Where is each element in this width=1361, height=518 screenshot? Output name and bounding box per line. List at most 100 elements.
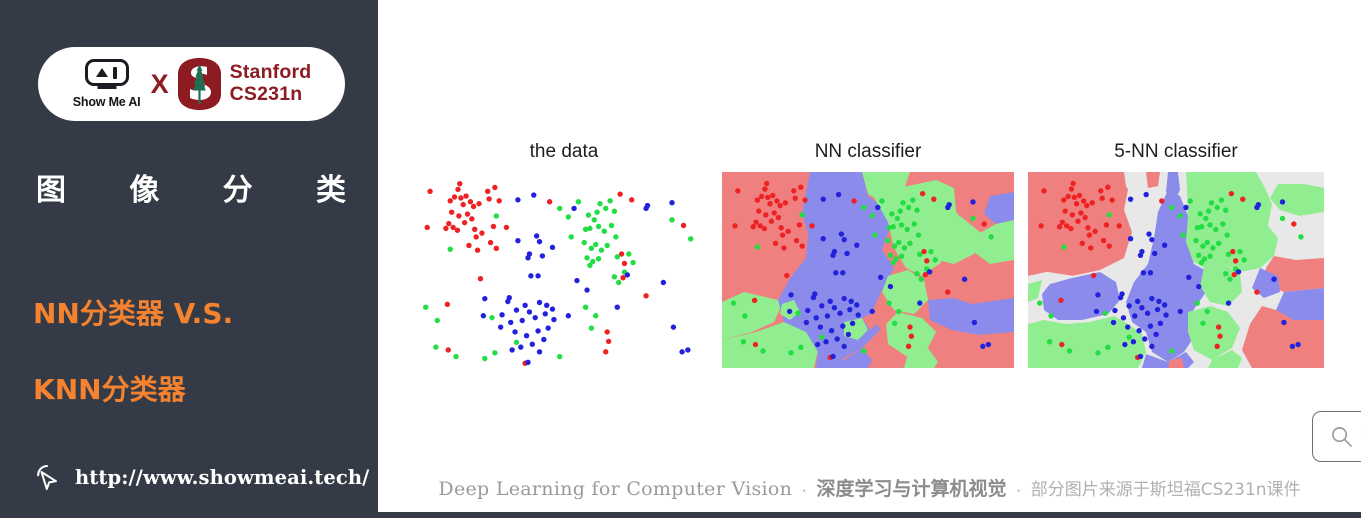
data-point	[1136, 328, 1142, 334]
data-point	[1223, 207, 1229, 213]
data-point	[611, 208, 618, 214]
data-point	[492, 350, 498, 356]
data-point	[1139, 305, 1145, 311]
data-point	[1056, 224, 1063, 230]
footer-separator-1: ·	[801, 482, 807, 499]
data-point	[1198, 224, 1205, 230]
data-point	[556, 353, 563, 360]
data-point	[970, 215, 976, 222]
data-point	[848, 298, 854, 304]
data-point	[1147, 323, 1154, 329]
data-point	[914, 270, 920, 277]
data-point	[841, 295, 847, 302]
wechat-search-bar[interactable]: 搜索｜微信 ShowMeAI 研究中心	[1312, 411, 1361, 462]
data-point	[840, 270, 846, 276]
data-point	[844, 250, 850, 257]
data-point	[795, 310, 801, 316]
data-point	[1140, 270, 1147, 276]
data-point	[617, 191, 623, 197]
data-point	[758, 193, 765, 200]
data-point	[900, 200, 906, 206]
data-point	[1198, 259, 1205, 266]
data-point	[1154, 306, 1161, 313]
data-point	[613, 234, 619, 240]
website-url-row[interactable]: http://www.showmeai.tech/	[33, 462, 369, 492]
data-point	[1093, 308, 1100, 315]
data-point	[1066, 348, 1073, 354]
data-point	[1203, 215, 1209, 222]
data-point	[1102, 310, 1108, 316]
data-point	[1105, 344, 1111, 350]
data-point	[847, 306, 853, 313]
data-point	[1207, 253, 1213, 259]
robot-face-icon	[84, 59, 129, 86]
data-point	[798, 344, 804, 350]
data-point	[460, 201, 466, 208]
data-point	[614, 254, 620, 260]
data-point	[1144, 310, 1151, 316]
data-point	[1122, 341, 1128, 348]
data-point	[535, 328, 541, 334]
data-point	[680, 222, 687, 229]
data-point	[861, 348, 867, 354]
data-point	[1137, 252, 1144, 258]
data-point	[515, 197, 521, 203]
data-point	[525, 255, 531, 261]
data-point	[427, 188, 433, 194]
data-point	[605, 338, 612, 345]
data-point	[588, 245, 595, 251]
data-point	[1214, 343, 1220, 350]
data-point	[970, 199, 976, 205]
data-point	[884, 237, 891, 244]
data-point	[489, 314, 495, 321]
data-point	[1073, 201, 1080, 207]
data-point	[945, 204, 951, 211]
data-point	[532, 314, 538, 321]
data-point	[891, 320, 898, 327]
data-point	[588, 325, 595, 331]
subtitle-line-2: KNN分类器	[33, 373, 186, 406]
data-point	[799, 212, 805, 218]
data-point	[1223, 270, 1229, 277]
data-point	[536, 238, 543, 245]
data-point	[890, 224, 896, 230]
chart-title-5nn-classifier: 5-NN classifier	[1114, 141, 1238, 162]
data-point	[597, 200, 603, 207]
data-point	[1225, 300, 1232, 306]
footer: Deep Learning for Computer Vision · 深度学习…	[378, 474, 1361, 501]
data-point	[1098, 188, 1104, 194]
page-title-char-0: 图	[36, 173, 66, 208]
data-point	[1177, 308, 1183, 315]
data-point	[887, 252, 894, 258]
data-point	[834, 336, 840, 342]
data-point	[788, 292, 794, 298]
data-point	[1081, 198, 1087, 204]
stanford-line-2: CS231n	[229, 83, 303, 105]
data-point	[1254, 204, 1260, 211]
data-point	[539, 253, 546, 259]
data-point	[837, 310, 843, 316]
data-point	[592, 241, 599, 248]
data-point	[762, 186, 768, 192]
data-point	[594, 209, 600, 215]
data-point	[875, 204, 881, 211]
data-point	[643, 293, 649, 299]
data-point	[908, 333, 915, 339]
data-point	[897, 208, 903, 214]
data-point	[928, 248, 934, 255]
data-point	[730, 300, 737, 306]
data-point	[1161, 242, 1168, 248]
data-point	[890, 259, 896, 266]
data-point	[1117, 294, 1124, 301]
data-point	[1254, 289, 1260, 295]
data-point	[914, 207, 920, 213]
data-point	[1169, 204, 1175, 211]
bottom-edge-strip	[0, 512, 1361, 518]
data-point	[544, 302, 550, 308]
data-point	[1130, 339, 1137, 345]
data-point	[819, 334, 825, 340]
data-point	[854, 242, 860, 248]
data-point	[753, 219, 759, 225]
data-point	[479, 230, 485, 236]
data-point	[454, 227, 461, 233]
